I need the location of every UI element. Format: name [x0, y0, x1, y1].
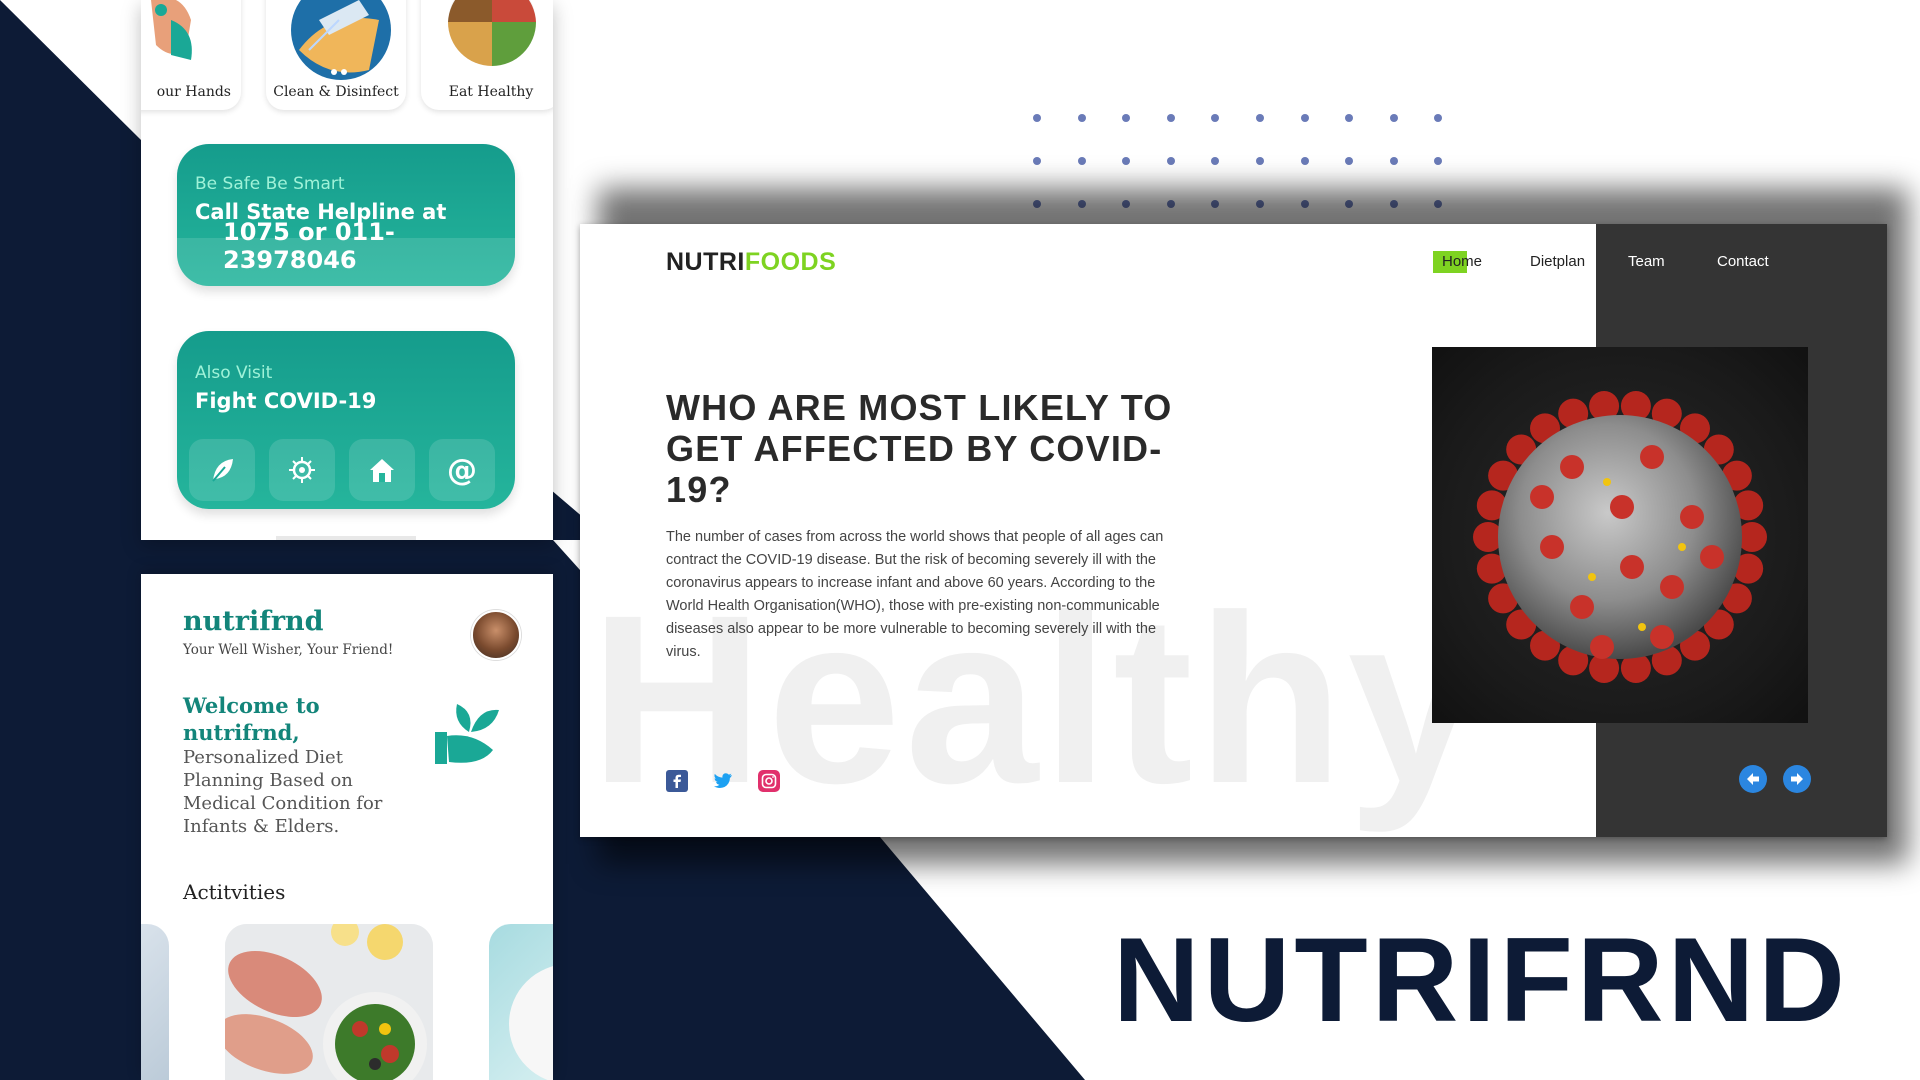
tip-card-clean-disinfect[interactable]: Clean & Disinfect — [266, 0, 406, 110]
decor-dot — [1033, 157, 1041, 165]
home-button[interactable] — [349, 439, 415, 501]
nav-contact[interactable]: Contact — [1717, 253, 1769, 270]
tip-card-eat-healthy[interactable]: Eat Healthy — [421, 0, 553, 110]
virus-spike — [1560, 455, 1584, 479]
logo-part-nutri: NUTRI — [666, 248, 745, 276]
activity-card-next[interactable] — [489, 924, 553, 1080]
decor-dot — [1256, 157, 1264, 165]
decor-dot — [1389, 114, 1398, 122]
virus-protein — [1678, 543, 1686, 551]
tip-card-wash-hands[interactable]: our Hands — [141, 0, 241, 110]
virus-spike — [1530, 485, 1554, 509]
fight-covid-card: Also Visit Fight COVID-19 @ — [177, 331, 515, 509]
activity-card-food[interactable] — [225, 924, 433, 1080]
logo-part-foods: FOODS — [744, 248, 837, 276]
nav-team[interactable]: Team — [1628, 253, 1665, 270]
virus-spike — [1610, 495, 1634, 519]
visit-title: Fight COVID-19 — [195, 389, 377, 413]
facebook-icon[interactable] — [666, 770, 688, 792]
virus-spike — [1680, 505, 1704, 529]
hero-body: The number of cases from across the worl… — [666, 529, 1164, 660]
tip-label-eat: Eat Healthy — [448, 84, 534, 100]
brand-title: NUTRIFRND — [1113, 913, 1849, 1047]
food-image — [225, 924, 433, 1080]
virus-spike — [1660, 575, 1684, 599]
mobile-screen-safety: our Hands Clean & Disinfect Eat Healthy … — [141, 0, 553, 540]
visit-kicker: Also Visit — [195, 363, 273, 383]
decor-dot — [1300, 114, 1309, 122]
virus-spike — [1700, 545, 1724, 569]
at-icon: @ — [447, 452, 477, 488]
coronavirus-image — [1432, 347, 1808, 723]
helpline-number[interactable]: 1075 or 011-23978046 — [223, 218, 515, 274]
decor-dot — [1166, 114, 1175, 122]
arrow-left-icon — [1747, 773, 1759, 785]
decor-dot — [1256, 114, 1264, 122]
nav-home[interactable]: Home — [1442, 253, 1482, 270]
scroll-indicator — [276, 536, 416, 540]
nav-dietplan[interactable]: Dietplan — [1530, 253, 1585, 270]
home-icon — [370, 459, 394, 482]
tip-label-wash: our Hands — [156, 84, 231, 100]
site-logo[interactable]: NUTRIFOODS — [666, 248, 836, 277]
decor-dot — [1389, 157, 1398, 165]
hand-wash-icon — [151, 0, 192, 60]
virus-protein — [1603, 478, 1611, 486]
decor-dot — [1033, 114, 1041, 122]
instagram-icon[interactable] — [758, 770, 780, 792]
activities-heading: Actitvities — [183, 880, 286, 904]
virus-spike — [1640, 445, 1664, 469]
email-button[interactable]: @ — [429, 439, 495, 501]
virus-spike — [1650, 625, 1674, 649]
virus-protein — [1638, 623, 1646, 631]
app-tagline: Your Well Wisher, Your Friend! — [183, 642, 394, 658]
hero-headline: WHO ARE MOST LIKELY TO GET AFFECTED BY C… — [666, 387, 1173, 510]
activity-card-prev[interactable] — [141, 924, 169, 1080]
decor-dot — [1166, 157, 1175, 165]
decor-dot — [1300, 157, 1309, 165]
decor-dot — [1077, 114, 1086, 122]
decor-dot — [1077, 157, 1086, 165]
leaf-icon — [212, 459, 233, 482]
tip-label-clean: Clean & Disinfect — [273, 84, 399, 100]
app-name: nutrifrnd — [183, 606, 324, 637]
next-arrow-button[interactable] — [1783, 765, 1811, 793]
virus-spike — [1540, 535, 1564, 559]
welcome-body: Personalized Diet Planning Based on Medi… — [183, 747, 383, 837]
welcome-title: Welcome to nutrifrnd, — [183, 693, 320, 745]
leaf-button[interactable] — [189, 439, 255, 501]
hand-plant-icon — [435, 704, 499, 764]
prev-arrow-button[interactable] — [1739, 765, 1767, 793]
avatar[interactable] — [471, 610, 521, 660]
helpline-kicker: Be Safe Be Smart — [195, 174, 345, 194]
virus-protein — [1588, 573, 1596, 581]
mobile-screen-home: nutrifrnd Your Well Wisher, Your Friend!… — [141, 574, 553, 1080]
virus-icon — [289, 457, 315, 483]
helpline-card[interactable]: Be Safe Be Smart Call State Helpline at … — [177, 144, 515, 286]
virus-spike — [1570, 595, 1594, 619]
twitter-icon[interactable] — [712, 770, 734, 792]
desktop-website-mockup: Healthy NUTRIFOODS Home Dietplan Team Co… — [580, 224, 1887, 837]
virus-button[interactable] — [269, 439, 335, 501]
coronavirus-illustration — [1473, 390, 1767, 684]
virus-spike — [1620, 555, 1644, 579]
healthy-food-icon — [448, 0, 536, 66]
virus-spike — [1590, 635, 1614, 659]
disinfect-icon — [291, 0, 391, 80]
arrow-right-icon — [1791, 773, 1803, 785]
